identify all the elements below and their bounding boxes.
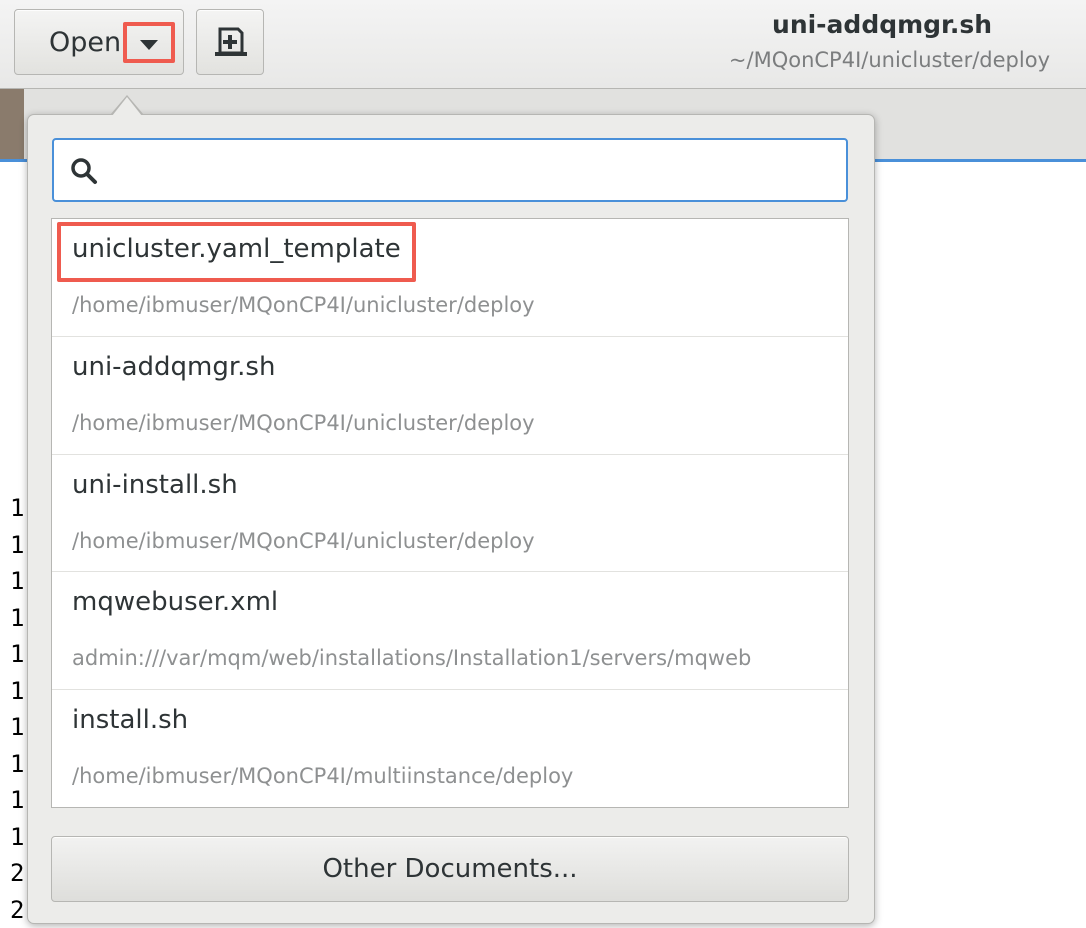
search-icon <box>70 157 98 185</box>
other-documents-label: Other Documents... <box>52 854 848 884</box>
file-name: uni-install.sh <box>72 470 238 500</box>
file-path: /home/ibmuser/MQonCP4I/unicluster/deploy <box>72 411 535 435</box>
recent-files-popover: unicluster.yaml_template /home/ibmuser/M… <box>27 114 875 924</box>
search-input[interactable] <box>108 148 832 194</box>
chevron-down-icon[interactable] <box>140 40 158 50</box>
window-edge <box>0 89 24 159</box>
header-bar: Open uni-addqmgr.sh ~/MQonCP4I/unicluste… <box>0 0 1086 89</box>
list-item[interactable]: uni-addqmgr.sh /home/ibmuser/MQonCP4I/un… <box>52 337 848 455</box>
popover-pointer-fill <box>112 97 142 116</box>
file-path: /home/ibmuser/MQonCP4I/multiinstance/dep… <box>72 764 573 788</box>
new-document-button[interactable] <box>196 9 264 75</box>
open-button[interactable]: Open <box>14 9 184 75</box>
other-documents-button[interactable]: Other Documents... <box>51 836 849 902</box>
document-path: ~/MQonCP4I/unicluster/deploy <box>729 48 1050 72</box>
document-title: uni-addqmgr.sh <box>772 10 992 39</box>
new-document-icon <box>213 25 249 59</box>
file-path: /home/ibmuser/MQonCP4I/unicluster/deploy <box>72 529 535 553</box>
list-item[interactable]: uni-install.sh /home/ibmuser/MQonCP4I/un… <box>52 455 848 573</box>
file-name: mqwebuser.xml <box>72 587 278 617</box>
file-path: /home/ibmuser/MQonCP4I/unicluster/deploy <box>72 293 535 317</box>
file-name: install.sh <box>72 705 188 735</box>
list-item[interactable]: install.sh /home/ibmuser/MQonCP4I/multii… <box>52 690 848 808</box>
list-item[interactable]: unicluster.yaml_template /home/ibmuser/M… <box>52 219 848 337</box>
search-field[interactable] <box>52 138 848 202</box>
file-name: uni-addqmgr.sh <box>72 352 275 382</box>
recent-files-list: unicluster.yaml_template /home/ibmuser/M… <box>51 218 849 808</box>
open-button-label: Open <box>49 27 121 58</box>
list-item[interactable]: mqwebuser.xml admin:///var/mqm/web/insta… <box>52 572 848 690</box>
file-name: unicluster.yaml_template <box>72 234 401 264</box>
file-path: admin:///var/mqm/web/installations/Insta… <box>72 646 751 670</box>
